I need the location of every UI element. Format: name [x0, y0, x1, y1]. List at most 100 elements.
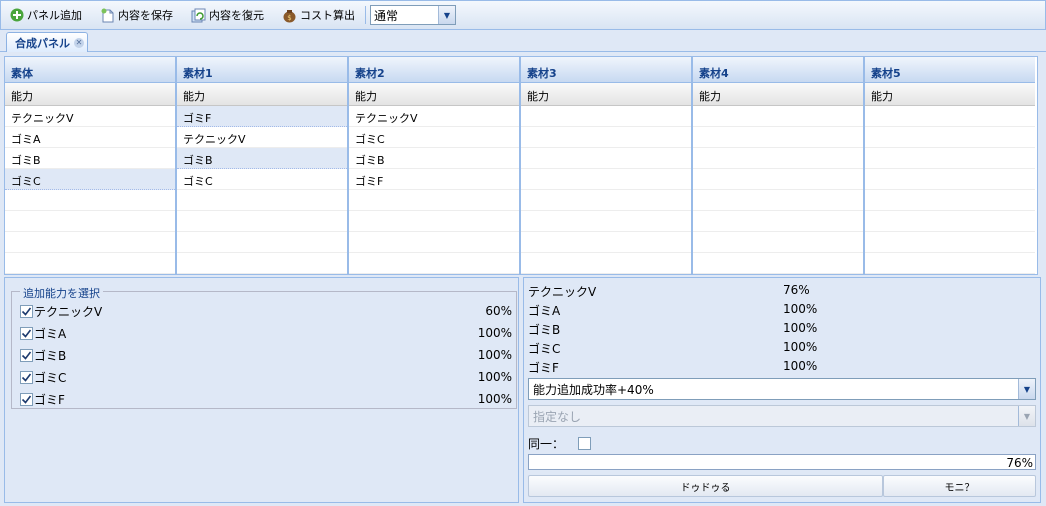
- table-row[interactable]: テクニックV: [5, 106, 175, 127]
- table-row[interactable]: [177, 232, 347, 253]
- table-row[interactable]: テクニックV: [177, 127, 347, 148]
- ability-option: テクニックV 60%: [20, 303, 512, 319]
- add-panel-button[interactable]: パネル追加: [7, 4, 84, 26]
- column-header[interactable]: 能力: [5, 83, 175, 106]
- ability-checkbox[interactable]: [20, 304, 33, 318]
- table-row[interactable]: [521, 127, 691, 148]
- table-row[interactable]: [349, 211, 519, 232]
- grid-3: 素材2 能力 テクニックV ゴミC ゴミB ゴミF: [349, 57, 521, 274]
- table-row[interactable]: [177, 190, 347, 211]
- table-row[interactable]: [521, 211, 691, 232]
- table-row[interactable]: ゴミB: [5, 148, 175, 169]
- table-row[interactable]: [5, 190, 175, 211]
- table-row[interactable]: [521, 106, 691, 127]
- toolbar-separator: [365, 6, 366, 24]
- table-row[interactable]: テクニックV: [349, 106, 519, 127]
- ability-checkbox[interactable]: [20, 392, 33, 406]
- ability-checkbox[interactable]: [20, 370, 33, 384]
- column-header[interactable]: 能力: [177, 83, 347, 106]
- chevron-down-icon[interactable]: ▼: [1018, 379, 1035, 399]
- ability-checkbox[interactable]: [20, 348, 33, 362]
- grid-2: 素材1 能力 ゴミF テクニックV ゴミB ゴミC: [177, 57, 349, 274]
- ability-option: ゴミC 100%: [20, 369, 512, 385]
- restore-button[interactable]: 内容を復元: [189, 4, 266, 26]
- money-bag-icon: $: [282, 8, 297, 23]
- cost-button[interactable]: $ コスト算出: [280, 4, 357, 26]
- table-row[interactable]: [865, 148, 1035, 169]
- result-panel: テクニックV 76% ゴミA 100% ゴミB 100% ゴミC 100% ゴミF 100% 能力…: [523, 277, 1041, 503]
- table-row[interactable]: [521, 253, 691, 274]
- table-row[interactable]: [693, 127, 863, 148]
- bonus-select[interactable]: 能力追加成功率+40% ▼: [528, 378, 1036, 400]
- ability-options-panel: 追加能力を選択 テクニックV 60% ゴミA 100% ゴミB 100% ゴミC 100% ゴミ…: [4, 277, 519, 503]
- result-row: ゴミC 100%: [528, 340, 828, 356]
- grid-6: 素材5 能力: [865, 57, 1035, 274]
- table-row[interactable]: [521, 190, 691, 211]
- table-row[interactable]: [865, 106, 1035, 127]
- table-row[interactable]: [693, 106, 863, 127]
- chevron-down-icon[interactable]: ▼: [438, 6, 455, 24]
- table-row[interactable]: [349, 190, 519, 211]
- column-header[interactable]: 能力: [865, 83, 1035, 106]
- table-row[interactable]: [865, 127, 1035, 148]
- table-row[interactable]: ゴミC: [177, 169, 347, 190]
- table-row[interactable]: [5, 253, 175, 274]
- same-label: 同一：: [528, 437, 565, 451]
- monitor-button[interactable]: モニ？: [883, 475, 1036, 497]
- table-row[interactable]: ゴミF: [349, 169, 519, 190]
- ability-checkbox[interactable]: [20, 326, 33, 340]
- table-row[interactable]: ゴミC: [5, 169, 175, 190]
- table-row[interactable]: [177, 253, 347, 274]
- ability-percent: 100%: [477, 326, 512, 340]
- table-row[interactable]: [693, 211, 863, 232]
- table-row[interactable]: [693, 190, 863, 211]
- svg-text:$: $: [287, 14, 291, 22]
- table-row[interactable]: [349, 232, 519, 253]
- table-row[interactable]: ゴミC: [349, 127, 519, 148]
- table-row[interactable]: [349, 253, 519, 274]
- second-select-value: 指定なし: [533, 409, 582, 424]
- result-label: ゴミC: [528, 342, 561, 356]
- table-row[interactable]: ゴミA: [5, 127, 175, 148]
- progress-text: 76%: [1006, 456, 1033, 470]
- table-row[interactable]: ゴミB: [349, 148, 519, 169]
- table-row[interactable]: [521, 169, 691, 190]
- ability-option: ゴミA 100%: [20, 325, 512, 341]
- table-row[interactable]: [865, 232, 1035, 253]
- table-row[interactable]: [5, 211, 175, 232]
- save-button[interactable]: 内容を保存: [98, 4, 175, 26]
- tab-bar: 合成パネル ✕: [0, 30, 1046, 52]
- close-icon[interactable]: ✕: [74, 37, 84, 48]
- table-row[interactable]: [865, 169, 1035, 190]
- table-row[interactable]: [521, 232, 691, 253]
- same-checkbox[interactable]: [578, 437, 592, 450]
- table-row[interactable]: ゴミB: [177, 148, 347, 169]
- new-page-icon: [100, 8, 115, 23]
- table-row[interactable]: [693, 169, 863, 190]
- result-label: ゴミF: [528, 361, 559, 375]
- mode-select[interactable]: 通常 ▼: [370, 5, 456, 25]
- execute-button[interactable]: ドゥドゥる: [528, 475, 883, 497]
- table-row[interactable]: [865, 190, 1035, 211]
- table-row[interactable]: [177, 211, 347, 232]
- bonus-select-value: 能力追加成功率+40%: [533, 382, 654, 397]
- table-row[interactable]: [865, 253, 1035, 274]
- column-header[interactable]: 能力: [521, 83, 691, 106]
- table-row[interactable]: [865, 211, 1035, 232]
- grid-title: 素材1: [177, 57, 347, 83]
- column-header[interactable]: 能力: [693, 83, 863, 106]
- result-label: ゴミB: [528, 323, 561, 337]
- table-row[interactable]: [693, 253, 863, 274]
- result-percent: 76%: [783, 283, 810, 297]
- grid-1: 素体 能力 テクニックV ゴミA ゴミB ゴミC: [5, 57, 177, 274]
- table-row[interactable]: ゴミF: [177, 106, 347, 127]
- restore-label: 内容を復元: [209, 9, 264, 22]
- tab-synthesis-panel[interactable]: 合成パネル ✕: [6, 32, 88, 52]
- table-row[interactable]: [693, 232, 863, 253]
- grid-title: 素材4: [693, 57, 863, 83]
- column-header[interactable]: 能力: [349, 83, 519, 106]
- table-row[interactable]: [5, 232, 175, 253]
- table-row[interactable]: [521, 148, 691, 169]
- table-row[interactable]: [693, 148, 863, 169]
- result-percent: 100%: [783, 302, 818, 316]
